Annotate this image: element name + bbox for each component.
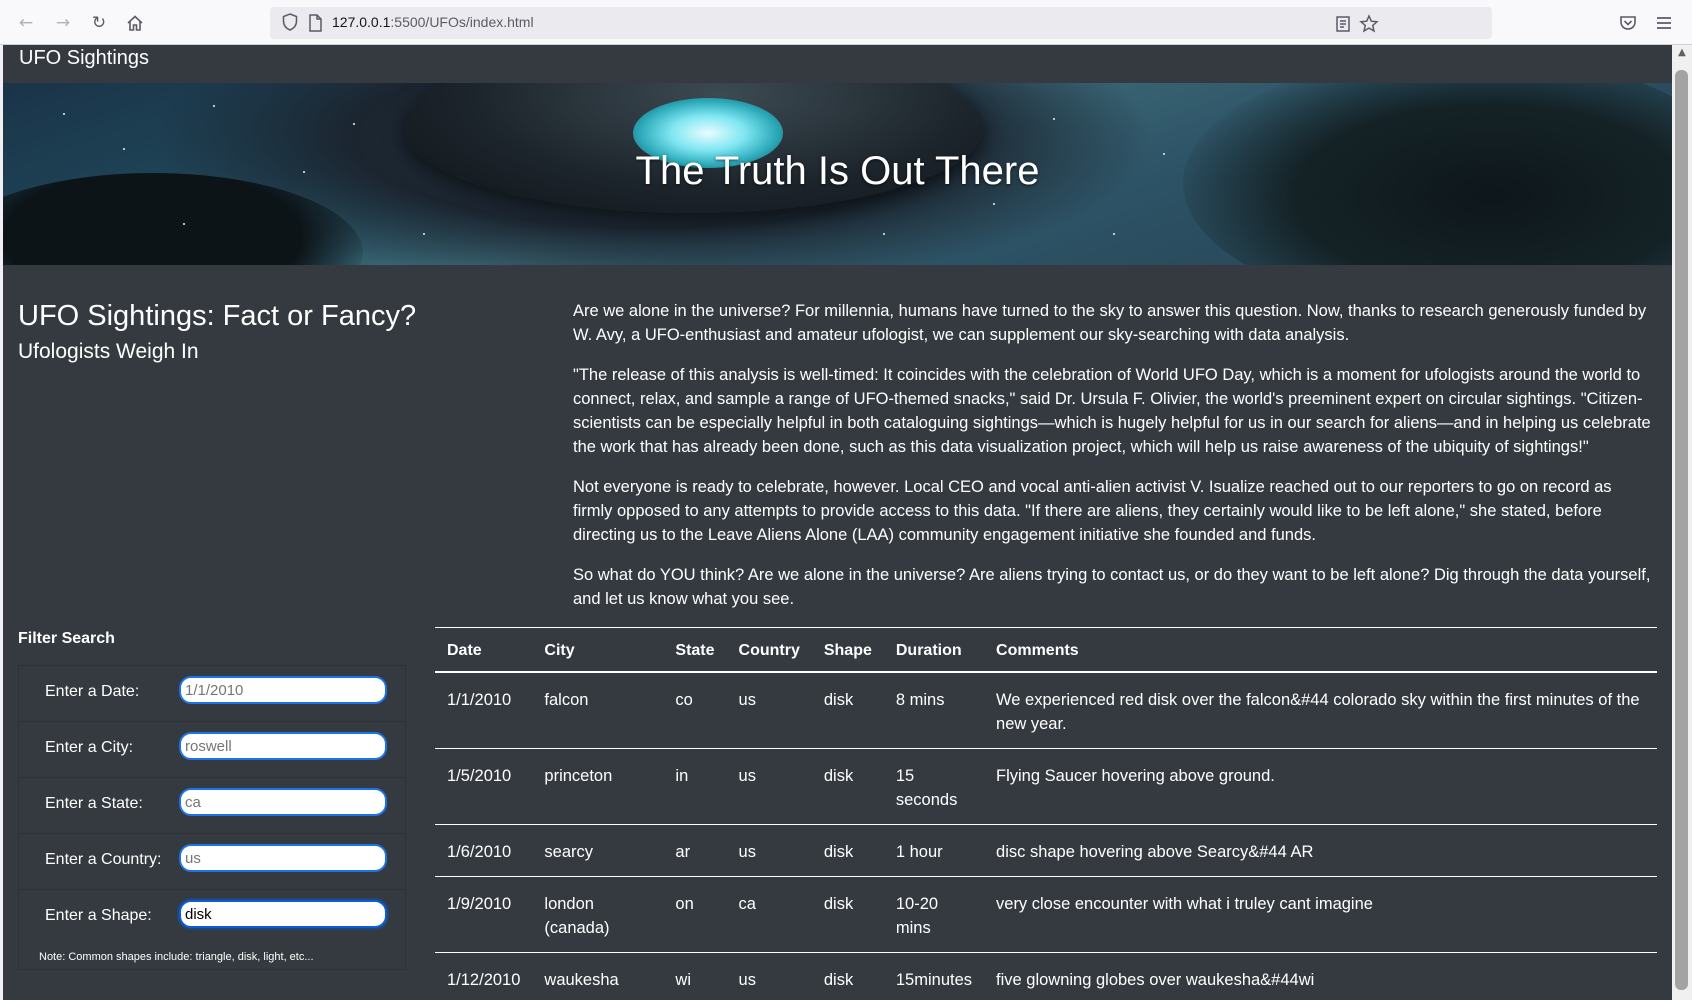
column-header: Comments [984,627,1657,673]
table-cell: We experienced red disk over the falcon&… [984,672,1657,749]
table-cell: very close encounter with what i truley … [984,876,1657,953]
filter-row-city: Enter a City: [19,722,405,778]
article-paragraph: Are we alone in the universe? For millen… [573,302,1647,344]
table-cell: 1/12/2010 [435,952,533,1000]
state-input[interactable] [179,788,387,816]
country-label: Enter a Country: [45,851,162,868]
table-cell: us [726,952,812,1000]
table-cell: disk [811,952,884,1000]
city-input[interactable] [179,732,387,760]
table-cell: disc shape hovering above Searcy&#44 AR [984,824,1657,877]
article-paragraph: So what do YOU think? Are we alone in th… [573,566,1651,608]
shield-icon[interactable] [279,11,301,33]
shape-input[interactable] [179,900,387,928]
menu-icon[interactable] [1653,12,1675,34]
hero-banner: The Truth Is Out There [3,83,1672,265]
table-cell: ca [726,876,812,953]
filter-row-shape: Enter a Shape: [19,890,405,946]
article-body: Are we alone in the universe? For millen… [573,299,1653,627]
column-header: Country [726,627,812,673]
table-cell: wi [663,952,727,1000]
back-arrow-icon[interactable]: ← [13,10,39,36]
column-header: Duration [883,627,985,673]
column-header: State [663,627,727,673]
navbar-brand[interactable]: UFO Sightings [19,47,149,70]
table-row: 1/12/2010 waukesha wi us disk 15minutes … [435,952,1657,1000]
table-cell: us [726,672,812,749]
page-heading: UFO Sightings: Fact or Fancy? [18,300,417,332]
sightings-table: Date City State Country Shape Duration C… [435,627,1657,1000]
table-row: 1/9/2010 london (canada) on ca disk 10-2… [435,876,1657,953]
table-cell: falcon [532,672,664,749]
table-cell: disk [811,748,884,825]
table-cell: 1/9/2010 [435,876,533,953]
table-cell: co [663,672,727,749]
browser-toolbar: ← → ↻ 127.0.0.1:5500/UFOs/index.html [0,0,1692,45]
page-subheading: Ufologists Weigh In [18,340,199,363]
page-info-icon[interactable] [305,12,325,34]
bookmark-star-icon[interactable] [1358,13,1380,35]
table-cell: us [726,824,812,877]
filter-search-title: Filter Search [18,630,115,647]
reader-view-icon[interactable] [1332,13,1354,35]
url-path: :5500/UFOs/index.html [390,14,534,30]
scrollbar-thumb[interactable] [1675,70,1688,990]
table-row: 1/5/2010 princeton in us disk 15 seconds… [435,748,1657,825]
table-header-row: Date City State Country Shape Duration C… [435,627,1657,673]
table-cell: 1 hour [883,824,985,877]
filter-row-state: Enter a State: [19,778,405,834]
reload-icon[interactable]: ↻ [86,10,112,36]
address-bar[interactable]: 127.0.0.1:5500/UFOs/index.html [270,7,1492,39]
table-cell: disk [811,824,884,877]
hero-title: The Truth Is Out There [635,149,1040,193]
column-header: Date [435,627,533,673]
table-cell: 8 mins [883,672,985,749]
city-label: Enter a City: [45,739,134,756]
table-cell: Flying Saucer hovering above ground. [984,748,1657,825]
column-header: Shape [811,627,884,673]
table-cell: us [726,748,812,825]
table-cell: 1/1/2010 [435,672,533,749]
table-cell: five glowning globes over waukesha&#44wi [984,952,1657,1000]
state-label: Enter a State: [45,795,143,812]
table-cell: disk [811,672,884,749]
table-row: 1/6/2010 searcy ar us disk 1 hour disc s… [435,824,1657,877]
filter-row-country: Enter a Country: [19,834,405,890]
table-cell: 1/5/2010 [435,748,533,825]
pocket-icon[interactable] [1617,12,1639,34]
table-cell: 15 seconds [883,748,985,825]
table-row: 1/1/2010 falcon co us disk 8 mins We exp… [435,672,1657,749]
scroll-up-arrow-icon[interactable]: ▲ [1676,47,1688,59]
url-text[interactable]: 127.0.0.1:5500/UFOs/index.html [332,14,534,30]
navbar: UFO Sightings [3,45,1672,83]
table-cell: waukesha [532,952,664,1000]
forward-arrow-icon[interactable]: → [50,10,76,36]
shape-label: Enter a Shape: [45,907,152,924]
country-input[interactable] [179,844,387,872]
table-cell: disk [811,876,884,953]
table-cell: princeton [532,748,664,825]
table-cell: 15minutes [883,952,985,1000]
table-cell: 1/6/2010 [435,824,533,877]
url-host: 127.0.0.1 [332,14,391,30]
table-cell: 10-20 mins [883,876,985,953]
table-cell: london (canada) [532,876,664,953]
date-input[interactable] [179,676,387,704]
filter-row-date: Enter a Date: [19,666,405,722]
column-header: City [532,627,664,673]
table-cell: in [663,748,727,825]
article-paragraph: Not everyone is ready to celebrate, howe… [573,478,1612,544]
date-label: Enter a Date: [45,683,140,700]
sightings-table-container: Date City State Country Shape Duration C… [435,627,1657,1000]
filter-panel: Enter a Date: Enter a City: Enter a Stat… [18,665,406,970]
article-paragraph: "The release of this analysis is well-ti… [573,366,1651,456]
home-icon[interactable] [122,10,148,36]
page-content: UFO Sightings The Truth Is Out There UFO… [3,45,1672,1000]
filter-note: Note: Common shapes include: triangle, d… [39,951,314,963]
table-cell: ar [663,824,727,877]
table-cell: on [663,876,727,953]
table-cell: searcy [532,824,664,877]
